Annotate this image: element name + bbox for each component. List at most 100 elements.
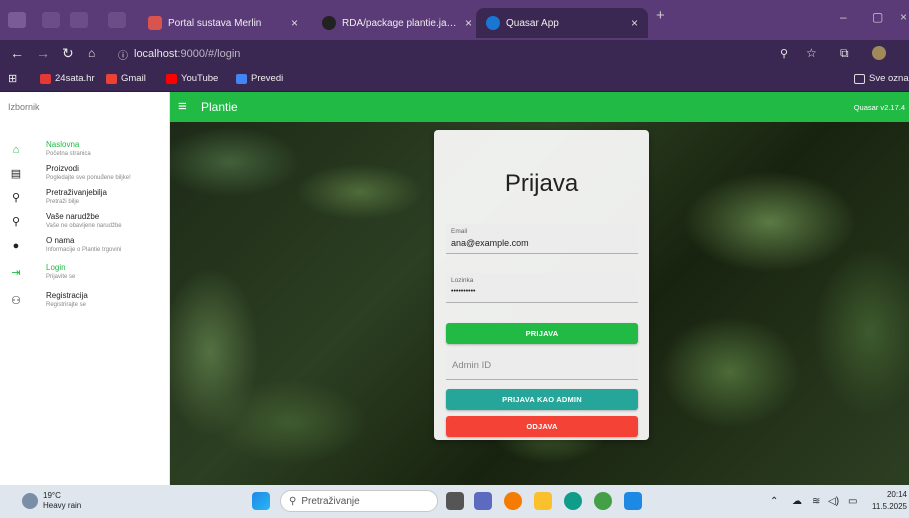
address-bar-row: ← → ↻ ⌂ ⓘ localhost:9000/#/login ⚲ ☆ ⧉ [0,40,909,68]
task-view-icon[interactable] [446,492,464,510]
battery-icon[interactable]: ▭ [848,496,857,507]
email-field[interactable]: Email ana@example.com [446,224,638,254]
password-value: •••••••••• [451,288,476,295]
drawer-item-o-nama[interactable]: ● O nama Informacije o Plantie trgovini [0,235,170,259]
drawer-item-label: Proizvodi [46,164,79,173]
bookmark-star-icon[interactable]: ☆ [806,46,817,60]
drawer-item-caption: Pogledajte sve ponuđene biljke! [46,175,131,181]
drawer-item-label: Login [46,263,66,272]
tab-github[interactable]: RDA/package plantie.java at m × [312,8,482,38]
clock-time: 20:14 [886,490,907,499]
close-tab-icon[interactable]: × [291,16,298,30]
translate-icon [236,73,247,84]
menu-icon[interactable]: ≡ [178,98,187,115]
drawer-item-caption: Pretraži bilje [46,199,80,205]
drawer-item-label: Naslovna [46,140,80,149]
site-info-icon[interactable]: ⓘ [118,47,128,62]
weather-icon [22,493,38,509]
url-path: :9000/#/login [177,48,241,60]
url-field[interactable]: ⓘ localhost:9000/#/login [118,45,240,63]
forward-icon[interactable]: → [36,45,50,61]
restore-icon[interactable]: ▢ [872,10,883,24]
all-bookmarks[interactable]: Sve oznak [854,73,909,84]
drawer-item-login[interactable]: ⇥ Login Prijavite se [0,262,170,286]
orders-search-icon: ⚲ [11,216,21,228]
reload-icon[interactable]: ↻ [62,45,74,62]
file-explorer-icon[interactable] [534,492,552,510]
wifi-icon[interactable]: ≋ [812,496,820,507]
taskbar-search[interactable]: ⚲ Pretraživanje [280,490,438,512]
clock-date: 11.5.2025 [872,502,907,511]
tray-chevron-icon[interactable]: ⌃ [770,496,778,507]
zoom-icon[interactable]: ⚲ [780,47,788,60]
close-window-icon[interactable]: × [900,10,907,24]
bookmark-gmail[interactable]: Gmail [106,73,146,84]
close-tab-icon[interactable]: × [465,16,472,30]
cloud-icon[interactable]: ☁ [792,496,802,507]
drawer-item-naslovna[interactable]: ⌂ Naslovna Početna stranica [0,139,170,163]
drawer-item-registracija[interactable]: ⚇ Registracija Registrirajte se [0,290,170,314]
login-page-background: Prijava Email ana@example.com Lozinka ••… [170,122,909,485]
tab-quasar-app[interactable]: Quasar App × [476,8,648,38]
clock[interactable]: 20:14 11.5.2025 [872,489,907,513]
tab-title: Portal sustava Merlin [168,17,262,29]
products-icon: ▤ [10,168,22,180]
merlin-favicon-icon [148,16,162,30]
drawer-item-proizvodi[interactable]: ▤ Proizvodi Pogledajte sve ponuđene bilj… [0,163,170,187]
home-button-icon[interactable]: ⌂ [88,46,95,60]
navigation-drawer: Izbornik ⌂ Naslovna Početna stranica ▤ P… [0,92,170,485]
start-icon[interactable] [252,492,270,510]
login-button[interactable]: PRIJAVA [446,323,638,344]
search-glass-icon: ⚲ [289,495,297,507]
admin-id-placeholder: Admin ID [452,360,492,371]
apps-grid-icon[interactable]: ⊞ [8,72,17,85]
edge-icon[interactable] [564,492,582,510]
bookmark-prevedi[interactable]: Prevedi [236,73,283,84]
browser-app-icon[interactable] [504,492,522,510]
widget-app-icon[interactable] [474,492,492,510]
app-hs-icon[interactable] [594,492,612,510]
app-header: ≡ Plantie Quasar v2.17.4 [170,92,909,122]
email-value: ana@example.com [451,238,529,248]
login-icon: ⇥ [11,267,21,279]
info-icon: ● [12,240,20,252]
drawer-item-label: Registracija [46,291,88,300]
tab-portal-merlin[interactable]: Portal sustava Merlin × [138,8,308,38]
bookmark-24sata[interactable]: 24sata.hr [40,73,95,84]
logout-button[interactable]: ODJAVA [446,416,638,437]
pinned-tab-1[interactable] [42,12,60,28]
tab-search-button[interactable] [8,12,26,28]
url-host: localhost [134,48,178,60]
pinned-tab-2[interactable] [70,12,88,28]
bookmark-youtube[interactable]: YouTube [166,73,218,84]
pinned-tab-3[interactable] [108,12,126,28]
volume-icon[interactable]: ◁) [828,496,839,507]
weather-text: Heavy rain [43,501,82,510]
email-label: Email [451,228,468,235]
back-icon[interactable]: ← [10,45,24,61]
taskbar: 19°C Heavy rain ⚲ Pretraživanje ⌃ ☁ ≋ ◁) … [0,485,909,518]
minimize-icon[interactable]: – [840,10,847,24]
temperature: 19°C [43,491,61,500]
drawer-item-pretrazivanje[interactable]: ⚲ Pretraživanjebilja Pretraži bilje [0,187,170,211]
close-tab-icon[interactable]: × [631,16,638,30]
profile-avatar[interactable] [872,46,886,60]
drawer-item-caption: Vaše ne obavljene narudžbe [46,223,122,229]
quasar-version: Quasar v2.17.4 [853,103,905,112]
weather-widget[interactable]: 19°C Heavy rain [22,491,81,511]
admin-login-button[interactable]: PRIJAVA KAO ADMIN [446,389,638,410]
drawer-item-caption: Početna stranica [46,151,91,157]
new-tab-icon[interactable]: + [656,7,665,24]
admin-id-field[interactable]: Admin ID [446,350,638,380]
drawer-item-narudzbe[interactable]: ⚲ Vaše narudžbe Vaše ne obavljene narudž… [0,211,170,235]
login-card: Prijava Email ana@example.com Lozinka ••… [434,130,649,440]
search-icon: ⚲ [11,192,21,204]
drawer-heading: Izbornik [8,102,40,112]
tab-title: RDA/package plantie.java at m [342,17,459,29]
drawer-item-caption: Registrirajte se [46,302,87,308]
vscode-icon[interactable] [624,492,642,510]
extensions-icon[interactable]: ⧉ [840,46,849,61]
password-field[interactable]: Lozinka •••••••••• [446,273,638,303]
quasar-app: Izbornik ⌂ Naslovna Početna stranica ▤ P… [0,92,909,485]
app-title: Plantie [201,100,238,114]
